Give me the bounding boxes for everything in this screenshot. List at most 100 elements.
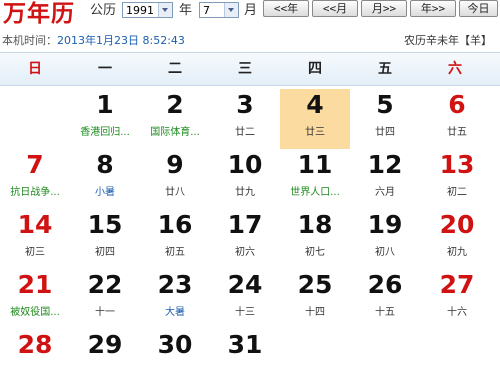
day-number: 5: [376, 90, 394, 119]
lunar-label: 大暑: [165, 307, 185, 318]
day-cell[interactable]: 28: [0, 329, 70, 389]
day-cell[interactable]: 26 十五: [350, 269, 420, 329]
weekday-wed: 三: [238, 61, 252, 77]
day-number: 30: [157, 330, 193, 359]
day-cell[interactable]: 7 抗日战争...: [0, 149, 70, 209]
day-number: 7: [26, 150, 44, 179]
lunar-label: 廿八: [165, 187, 185, 198]
year-label: 年: [179, 3, 193, 18]
day-number: 3: [236, 90, 254, 119]
lunar-label: 十六: [447, 307, 467, 318]
day-cell[interactable]: 18 初七: [280, 209, 350, 269]
day-cell[interactable]: 1 香港回归...: [70, 89, 140, 149]
day-number: 22: [87, 270, 123, 299]
lunar-label: 初七: [305, 247, 325, 258]
lunar-label[interactable]: 世界人口...: [280, 183, 350, 198]
day-number: 21: [17, 270, 53, 299]
chevron-down-icon: [224, 3, 238, 17]
lunar-label: 廿四: [375, 127, 395, 138]
day-number: 26: [367, 270, 403, 299]
day-cell[interactable]: 15 初四: [70, 209, 140, 269]
day-cell[interactable]: 22 十一: [70, 269, 140, 329]
year-select[interactable]: 1991: [122, 2, 173, 18]
day-cell[interactable]: 17 初六: [210, 209, 280, 269]
lunar-label: 十五: [375, 307, 395, 318]
day-number: 25: [297, 270, 333, 299]
day-cell[interactable]: 31: [210, 329, 280, 389]
weekday-fri: 五: [378, 61, 392, 77]
lunar-label: 十三: [235, 307, 255, 318]
weekday-header: 日 一 二 三 四 五 六: [0, 52, 500, 86]
day-cell[interactable]: 8 小暑: [70, 149, 140, 209]
day-cell[interactable]: 4 廿三: [280, 89, 350, 149]
day-cell[interactable]: 13 初二: [422, 149, 492, 209]
day-cell[interactable]: 2 国际体育...: [140, 89, 210, 149]
day-number: 18: [297, 210, 333, 239]
day-cell[interactable]: 24 十三: [210, 269, 280, 329]
toolbar: 万年历 公历 1991 年 7 月 <<年 <<月 月>> 年>> 今日: [0, 0, 500, 30]
day-number: 29: [87, 330, 123, 359]
month-select[interactable]: 7: [199, 2, 239, 18]
day-cell[interactable]: 11 世界人口...: [280, 149, 350, 209]
day-number: 11: [297, 150, 333, 179]
day-number: 2: [166, 90, 184, 119]
day-number: 31: [227, 330, 263, 359]
lunar-label[interactable]: 香港回归...: [70, 123, 140, 138]
day-cell[interactable]: 12 六月: [350, 149, 420, 209]
day-number: 12: [367, 150, 403, 179]
day-cell[interactable]: 6 廿五: [422, 89, 492, 149]
lunar-label: 十一: [95, 307, 115, 318]
day-cell[interactable]: 21 被奴役国...: [0, 269, 70, 329]
lunar-label: 初二: [447, 187, 467, 198]
lunar-label[interactable]: 国际体育...: [140, 123, 210, 138]
lunar-label[interactable]: 被奴役国...: [0, 303, 70, 318]
day-number: 28: [17, 330, 53, 359]
day-cell[interactable]: 10 廿九: [210, 149, 280, 209]
prev-year-button[interactable]: <<年: [263, 0, 309, 17]
day-cell[interactable]: 29: [70, 329, 140, 389]
lunar-label: 初九: [447, 247, 467, 258]
lunar-label[interactable]: 抗日战争...: [0, 183, 70, 198]
day-cell[interactable]: 5 廿四: [350, 89, 420, 149]
prev-month-button[interactable]: <<月: [312, 0, 358, 17]
local-time: 本机时间：2013年1月23日 8:52:43: [2, 32, 185, 48]
day-number: 17: [227, 210, 263, 239]
month-label: 月: [244, 3, 258, 18]
day-cell[interactable]: 16 初五: [140, 209, 210, 269]
day-cell[interactable]: 30: [140, 329, 210, 389]
day-number: 15: [87, 210, 123, 239]
day-cell[interactable]: 23 大暑: [140, 269, 210, 329]
day-number: 27: [439, 270, 475, 299]
day-number: 14: [17, 210, 53, 239]
today-button[interactable]: 今日: [459, 0, 498, 17]
day-number: 10: [227, 150, 263, 179]
day-cell[interactable]: 14 初三: [0, 209, 70, 269]
weekday-mon: 一: [98, 61, 112, 77]
weekday-sat: 六: [448, 61, 462, 77]
day-number: 4: [306, 90, 324, 119]
day-cell[interactable]: 9 廿八: [140, 149, 210, 209]
day-number: 13: [439, 150, 475, 179]
lunar-label: 廿二: [235, 127, 255, 138]
lunar-label: 初三: [25, 247, 45, 258]
lunar-label: 初六: [235, 247, 255, 258]
next-month-button[interactable]: 月>>: [361, 0, 407, 17]
app-logo: 万年历: [3, 0, 75, 27]
day-number: 8: [96, 150, 114, 179]
lunar-label: 初四: [95, 247, 115, 258]
lunar-label: 廿五: [447, 127, 467, 138]
day-cell[interactable]: 25 十四: [280, 269, 350, 329]
month-select-value: 7: [203, 4, 210, 17]
day-cell[interactable]: 20 初九: [422, 209, 492, 269]
lunar-label: 小暑: [95, 187, 115, 198]
lunar-label: 十四: [305, 307, 325, 318]
day-cell[interactable]: 3 廿二: [210, 89, 280, 149]
day-cell[interactable]: 19 初八: [350, 209, 420, 269]
day-number: 1: [96, 90, 114, 119]
lunar-label: 廿三: [305, 127, 325, 138]
day-number: 9: [166, 150, 184, 179]
next-year-button[interactable]: 年>>: [410, 0, 456, 17]
lunar-year: 农历辛未年【羊】: [404, 34, 492, 47]
day-cell[interactable]: 27 十六: [422, 269, 492, 329]
day-number: 20: [439, 210, 475, 239]
